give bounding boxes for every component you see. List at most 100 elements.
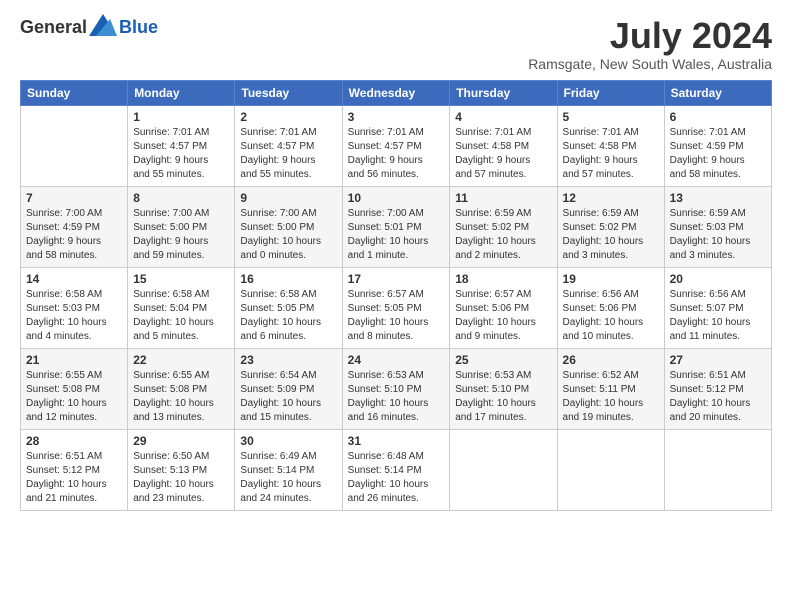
cell-info: Sunrise: 6:59 AM Sunset: 5:02 PM Dayligh… xyxy=(455,207,551,263)
logo-text-blue: Blue xyxy=(119,17,158,38)
day-number: 13 xyxy=(670,191,766,205)
calendar-cell: 7Sunrise: 7:00 AM Sunset: 4:59 PM Daylig… xyxy=(21,186,128,267)
calendar-cell: 4 Sunrise: 7:01 AM Sunset: 4:58 PM Daylig… xyxy=(450,105,557,186)
calendar-cell xyxy=(664,429,771,510)
cell-info: Sunrise: 6:50 AM Sunset: 5:13 PM Dayligh… xyxy=(133,450,229,506)
day-number: 6 xyxy=(670,110,766,124)
calendar-cell: 8 Sunrise: 7:00 AM Sunset: 5:00 PM Daylig… xyxy=(128,186,235,267)
month-title: July 2024 xyxy=(528,16,772,56)
cell-info: Sunrise: 6:55 AM Sunset: 5:08 PM Dayligh… xyxy=(26,369,122,425)
cell-info: Sunrise: 6:56 AM Sunset: 5:07 PM Dayligh… xyxy=(670,288,766,344)
day-number: 5 xyxy=(563,110,659,124)
day-number: 2 xyxy=(240,110,336,124)
day-number: 31 xyxy=(348,434,445,448)
cell-info: Sunrise: 6:51 AM Sunset: 5:12 PM Dayligh… xyxy=(26,450,122,506)
logo-icon xyxy=(89,14,117,36)
cell-info: Sunrise: 6:57 AM Sunset: 5:05 PM Dayligh… xyxy=(348,288,445,344)
day-number: 9 xyxy=(240,191,336,205)
header-tuesday: Tuesday xyxy=(235,80,342,105)
day-number: 24 xyxy=(348,353,445,367)
cell-info: Sunrise: 7:01 AM Sunset: 4:57 PM Dayligh… xyxy=(133,126,229,182)
calendar-cell xyxy=(450,429,557,510)
location-title: Ramsgate, New South Wales, Australia xyxy=(528,56,772,72)
cell-info: Sunrise: 6:53 AM Sunset: 5:10 PM Dayligh… xyxy=(455,369,551,425)
cell-info: Sunrise: 6:58 AM Sunset: 5:03 PM Dayligh… xyxy=(26,288,122,344)
day-number: 14 xyxy=(26,272,122,286)
cell-info: Sunrise: 6:55 AM Sunset: 5:08 PM Dayligh… xyxy=(133,369,229,425)
header-wednesday: Wednesday xyxy=(342,80,450,105)
day-number: 18 xyxy=(455,272,551,286)
calendar-cell: 10 Sunrise: 7:00 AM Sunset: 5:01 PM Dayli… xyxy=(342,186,450,267)
cell-info: Sunrise: 7:01 AM Sunset: 4:58 PM Dayligh… xyxy=(455,126,551,182)
day-number: 12 xyxy=(563,191,659,205)
week-row-5: 28 Sunrise: 6:51 AM Sunset: 5:12 PM Dayli… xyxy=(21,429,772,510)
cell-info: Sunrise: 7:00 AM Sunset: 5:00 PM Dayligh… xyxy=(240,207,336,263)
day-number: 16 xyxy=(240,272,336,286)
calendar-cell: 18 Sunrise: 6:57 AM Sunset: 5:06 PM Dayli… xyxy=(450,267,557,348)
calendar-cell: 3Sunrise: 7:01 AM Sunset: 4:57 PM Daylig… xyxy=(342,105,450,186)
week-row-4: 21 Sunrise: 6:55 AM Sunset: 5:08 PM Dayli… xyxy=(21,348,772,429)
day-number: 10 xyxy=(348,191,445,205)
day-number: 17 xyxy=(348,272,445,286)
calendar-cell: 13 Sunrise: 6:59 AM Sunset: 5:03 PM Dayli… xyxy=(664,186,771,267)
cell-info: Sunrise: 7:00 AM Sunset: 5:01 PM Dayligh… xyxy=(348,207,445,263)
calendar-cell: 16Sunrise: 6:58 AM Sunset: 5:05 PM Dayli… xyxy=(235,267,342,348)
calendar-cell: 21 Sunrise: 6:55 AM Sunset: 5:08 PM Dayli… xyxy=(21,348,128,429)
header-monday: Monday xyxy=(128,80,235,105)
calendar-cell: 14 Sunrise: 6:58 AM Sunset: 5:03 PM Dayli… xyxy=(21,267,128,348)
cell-info: Sunrise: 6:59 AM Sunset: 5:02 PM Dayligh… xyxy=(563,207,659,263)
calendar-cell: 24Sunrise: 6:53 AM Sunset: 5:10 PM Dayli… xyxy=(342,348,450,429)
day-number: 8 xyxy=(133,191,229,205)
week-row-3: 14 Sunrise: 6:58 AM Sunset: 5:03 PM Dayli… xyxy=(21,267,772,348)
day-number: 11 xyxy=(455,191,551,205)
calendar-cell: 29 Sunrise: 6:50 AM Sunset: 5:13 PM Dayli… xyxy=(128,429,235,510)
day-number: 19 xyxy=(563,272,659,286)
calendar-cell xyxy=(557,429,664,510)
day-number: 28 xyxy=(26,434,122,448)
header-sunday: Sunday xyxy=(21,80,128,105)
day-number: 3 xyxy=(348,110,445,124)
calendar-cell xyxy=(21,105,128,186)
day-number: 21 xyxy=(26,353,122,367)
header-friday: Friday xyxy=(557,80,664,105)
cell-info: Sunrise: 6:57 AM Sunset: 5:06 PM Dayligh… xyxy=(455,288,551,344)
calendar: SundayMondayTuesdayWednesdayThursdayFrid… xyxy=(20,80,772,511)
header-thursday: Thursday xyxy=(450,80,557,105)
cell-info: Sunrise: 7:00 AM Sunset: 5:00 PM Dayligh… xyxy=(133,207,229,263)
day-number: 4 xyxy=(455,110,551,124)
calendar-cell: 2 Sunrise: 7:01 AM Sunset: 4:57 PM Daylig… xyxy=(235,105,342,186)
calendar-cell: 6 Sunrise: 7:01 AM Sunset: 4:59 PM Daylig… xyxy=(664,105,771,186)
day-number: 1 xyxy=(133,110,229,124)
cell-info: Sunrise: 7:01 AM Sunset: 4:57 PM Dayligh… xyxy=(240,126,336,182)
calendar-cell: 9 Sunrise: 7:00 AM Sunset: 5:00 PM Daylig… xyxy=(235,186,342,267)
week-row-1: 1 Sunrise: 7:01 AM Sunset: 4:57 PM Daylig… xyxy=(21,105,772,186)
day-number: 22 xyxy=(133,353,229,367)
cell-info: Sunrise: 6:51 AM Sunset: 5:12 PM Dayligh… xyxy=(670,369,766,425)
cell-info: Sunrise: 7:01 AM Sunset: 4:58 PM Dayligh… xyxy=(563,126,659,182)
calendar-cell: 15Sunrise: 6:58 AM Sunset: 5:04 PM Dayli… xyxy=(128,267,235,348)
calendar-cell: 19Sunrise: 6:56 AM Sunset: 5:06 PM Dayli… xyxy=(557,267,664,348)
cell-info: Sunrise: 6:59 AM Sunset: 5:03 PM Dayligh… xyxy=(670,207,766,263)
cell-info: Sunrise: 6:49 AM Sunset: 5:14 PM Dayligh… xyxy=(240,450,336,506)
day-number: 29 xyxy=(133,434,229,448)
calendar-cell: 27Sunrise: 6:51 AM Sunset: 5:12 PM Dayli… xyxy=(664,348,771,429)
calendar-header-row: SundayMondayTuesdayWednesdayThursdayFrid… xyxy=(21,80,772,105)
week-row-2: 7Sunrise: 7:00 AM Sunset: 4:59 PM Daylig… xyxy=(21,186,772,267)
day-number: 7 xyxy=(26,191,122,205)
day-number: 20 xyxy=(670,272,766,286)
day-number: 23 xyxy=(240,353,336,367)
calendar-cell: 22 Sunrise: 6:55 AM Sunset: 5:08 PM Dayli… xyxy=(128,348,235,429)
cell-info: Sunrise: 6:58 AM Sunset: 5:04 PM Dayligh… xyxy=(133,288,229,344)
calendar-cell: 31 Sunrise: 6:48 AM Sunset: 5:14 PM Dayli… xyxy=(342,429,450,510)
calendar-cell: 20 Sunrise: 6:56 AM Sunset: 5:07 PM Dayli… xyxy=(664,267,771,348)
cell-info: Sunrise: 6:54 AM Sunset: 5:09 PM Dayligh… xyxy=(240,369,336,425)
calendar-cell: 12 Sunrise: 6:59 AM Sunset: 5:02 PM Dayli… xyxy=(557,186,664,267)
calendar-cell: 17 Sunrise: 6:57 AM Sunset: 5:05 PM Dayli… xyxy=(342,267,450,348)
header: General Blue July 2024 Ramsgate, New Sou… xyxy=(20,16,772,72)
day-number: 25 xyxy=(455,353,551,367)
cell-info: Sunrise: 7:01 AM Sunset: 4:59 PM Dayligh… xyxy=(670,126,766,182)
calendar-cell: 30Sunrise: 6:49 AM Sunset: 5:14 PM Dayli… xyxy=(235,429,342,510)
cell-info: Sunrise: 6:48 AM Sunset: 5:14 PM Dayligh… xyxy=(348,450,445,506)
calendar-cell: 23 Sunrise: 6:54 AM Sunset: 5:09 PM Dayli… xyxy=(235,348,342,429)
calendar-cell: 5 Sunrise: 7:01 AM Sunset: 4:58 PM Daylig… xyxy=(557,105,664,186)
